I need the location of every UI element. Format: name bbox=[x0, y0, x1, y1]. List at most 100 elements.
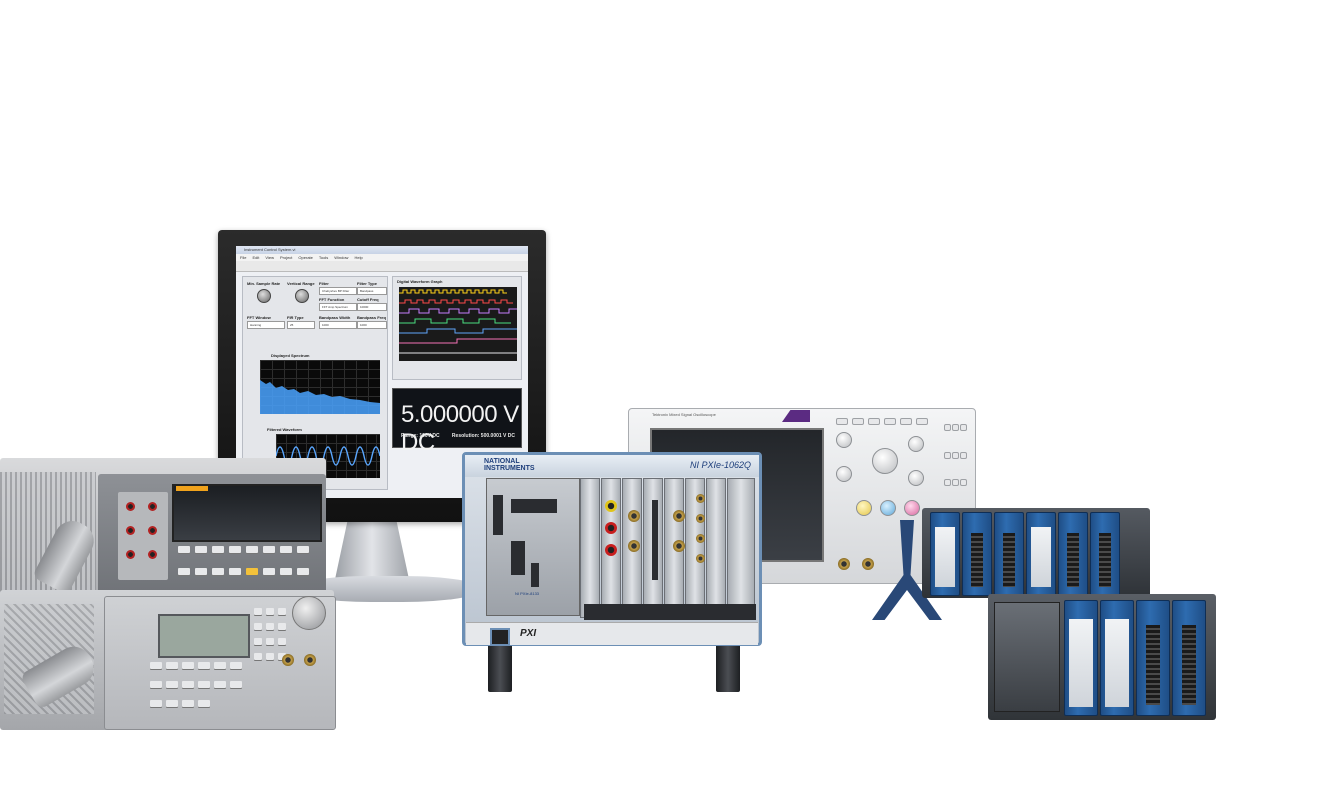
keypad-key[interactable] bbox=[178, 546, 190, 553]
keypad-key[interactable] bbox=[178, 568, 190, 575]
oscilloscope-button[interactable] bbox=[900, 418, 912, 425]
smb-connector-icon[interactable] bbox=[696, 494, 705, 503]
vertical-range-knob[interactable] bbox=[295, 289, 309, 303]
keypad-key[interactable] bbox=[230, 681, 242, 688]
keypad-key[interactable] bbox=[280, 546, 292, 553]
keypad-key[interactable] bbox=[266, 638, 274, 645]
keypad-key[interactable] bbox=[166, 681, 178, 688]
red-connector-icon[interactable] bbox=[605, 544, 617, 556]
oscilloscope-button[interactable] bbox=[852, 418, 864, 425]
keypad-key[interactable] bbox=[198, 662, 210, 669]
keypad-key[interactable] bbox=[263, 546, 275, 553]
bandpass-width-field[interactable]: 1000 bbox=[319, 321, 357, 329]
keypad-key[interactable] bbox=[195, 546, 207, 553]
keypad-key[interactable] bbox=[150, 662, 162, 669]
oscilloscope-knob[interactable] bbox=[908, 436, 924, 452]
menu-project[interactable]: Project bbox=[280, 254, 292, 261]
keypad-key[interactable] bbox=[278, 623, 286, 630]
keypad-key[interactable] bbox=[198, 681, 210, 688]
fft-function-select[interactable]: FFT Amp Spectrum bbox=[319, 303, 357, 311]
oscilloscope-button[interactable] bbox=[836, 418, 848, 425]
keypad-key[interactable] bbox=[198, 700, 210, 707]
keypad-key[interactable] bbox=[166, 662, 178, 669]
keypad-key[interactable] bbox=[212, 546, 224, 553]
keypad-key[interactable] bbox=[230, 662, 242, 669]
keypad-key[interactable] bbox=[266, 623, 274, 630]
filter-select[interactable]: Chebyshev BP Filter bbox=[319, 287, 357, 295]
keypad-key[interactable] bbox=[182, 700, 194, 707]
oscilloscope-channel-knob[interactable] bbox=[856, 500, 872, 516]
oscilloscope-button[interactable] bbox=[944, 479, 951, 487]
oscilloscope-main-knob[interactable] bbox=[872, 448, 898, 474]
keypad-key[interactable] bbox=[150, 681, 162, 688]
oscilloscope-button[interactable] bbox=[952, 479, 959, 487]
oscilloscope-button[interactable] bbox=[960, 424, 967, 431]
keypad-key[interactable] bbox=[297, 568, 309, 575]
oscilloscope-button[interactable] bbox=[960, 451, 967, 459]
oscilloscope-button[interactable] bbox=[952, 451, 959, 459]
keypad-key[interactable] bbox=[195, 568, 207, 575]
keypad-key[interactable] bbox=[254, 638, 262, 645]
menu-edit[interactable]: Edit bbox=[252, 254, 259, 261]
menu-window[interactable]: Window bbox=[334, 254, 348, 261]
yellow-connector-icon[interactable] bbox=[605, 500, 617, 512]
keypad-key[interactable] bbox=[266, 653, 274, 660]
keypad-key[interactable] bbox=[182, 662, 194, 669]
smb-connector-icon[interactable] bbox=[696, 534, 705, 543]
oscilloscope-button[interactable] bbox=[944, 424, 951, 431]
oscilloscope-channel-knob[interactable] bbox=[880, 500, 896, 516]
oscilloscope-knob[interactable] bbox=[836, 432, 852, 448]
jack-icon[interactable] bbox=[126, 526, 135, 535]
bnc-connector-icon[interactable] bbox=[628, 510, 640, 522]
red-connector-icon[interactable] bbox=[605, 522, 617, 534]
keypad-key[interactable] bbox=[214, 681, 226, 688]
menu-operate[interactable]: Operate bbox=[298, 254, 312, 261]
menu-file[interactable]: File bbox=[240, 254, 246, 261]
keypad-key[interactable] bbox=[278, 638, 286, 645]
oscilloscope-button[interactable] bbox=[960, 479, 967, 487]
bnc-connector-icon[interactable] bbox=[628, 540, 640, 552]
keypad-key[interactable] bbox=[254, 608, 262, 615]
jack-icon[interactable] bbox=[126, 502, 135, 511]
bnc-connector-icon[interactable] bbox=[304, 654, 316, 666]
menu-help[interactable]: Help bbox=[354, 254, 362, 261]
keypad-key[interactable] bbox=[246, 546, 258, 553]
menu-view[interactable]: View bbox=[265, 254, 274, 261]
oscilloscope-button[interactable] bbox=[916, 418, 928, 425]
jack-icon[interactable] bbox=[148, 550, 157, 559]
fft-window-select[interactable]: Hanning bbox=[247, 321, 285, 329]
sample-rate-knob[interactable] bbox=[257, 289, 271, 303]
jack-icon[interactable] bbox=[126, 550, 135, 559]
keypad-key[interactable] bbox=[280, 568, 292, 575]
keypad-key[interactable] bbox=[254, 653, 262, 660]
oscilloscope-button[interactable] bbox=[952, 424, 959, 431]
keypad-key[interactable] bbox=[297, 546, 309, 553]
fir-type-field[interactable]: 25 bbox=[287, 321, 315, 329]
oscilloscope-button[interactable] bbox=[884, 418, 896, 425]
keypad-key[interactable] bbox=[182, 681, 194, 688]
keypad-key-shift[interactable] bbox=[246, 568, 258, 575]
keypad-key[interactable] bbox=[229, 546, 241, 553]
jack-icon[interactable] bbox=[148, 502, 157, 511]
bnc-connector-icon[interactable] bbox=[673, 510, 685, 522]
menu-tools[interactable]: Tools bbox=[319, 254, 328, 261]
filter-type-select[interactable]: Bandpass bbox=[357, 287, 387, 295]
bnc-connector-icon[interactable] bbox=[673, 540, 685, 552]
oscilloscope-knob[interactable] bbox=[908, 470, 924, 486]
keypad-key[interactable] bbox=[263, 568, 275, 575]
oscilloscope-button[interactable] bbox=[868, 418, 880, 425]
oscilloscope-knob[interactable] bbox=[836, 466, 852, 482]
keypad-key[interactable] bbox=[254, 623, 262, 630]
smb-connector-icon[interactable] bbox=[696, 554, 705, 563]
cutoff-field[interactable]: 10000 bbox=[357, 303, 387, 311]
power-button[interactable] bbox=[490, 628, 510, 646]
keypad-key[interactable] bbox=[229, 568, 241, 575]
jack-icon[interactable] bbox=[148, 526, 157, 535]
generator-knob[interactable] bbox=[292, 596, 326, 630]
keypad-key[interactable] bbox=[166, 700, 178, 707]
keypad-key[interactable] bbox=[150, 700, 162, 707]
oscilloscope-channel-knob[interactable] bbox=[904, 500, 920, 516]
keypad-key[interactable] bbox=[266, 608, 274, 615]
bnc-connector-icon[interactable] bbox=[862, 558, 874, 570]
keypad-key[interactable] bbox=[278, 608, 286, 615]
